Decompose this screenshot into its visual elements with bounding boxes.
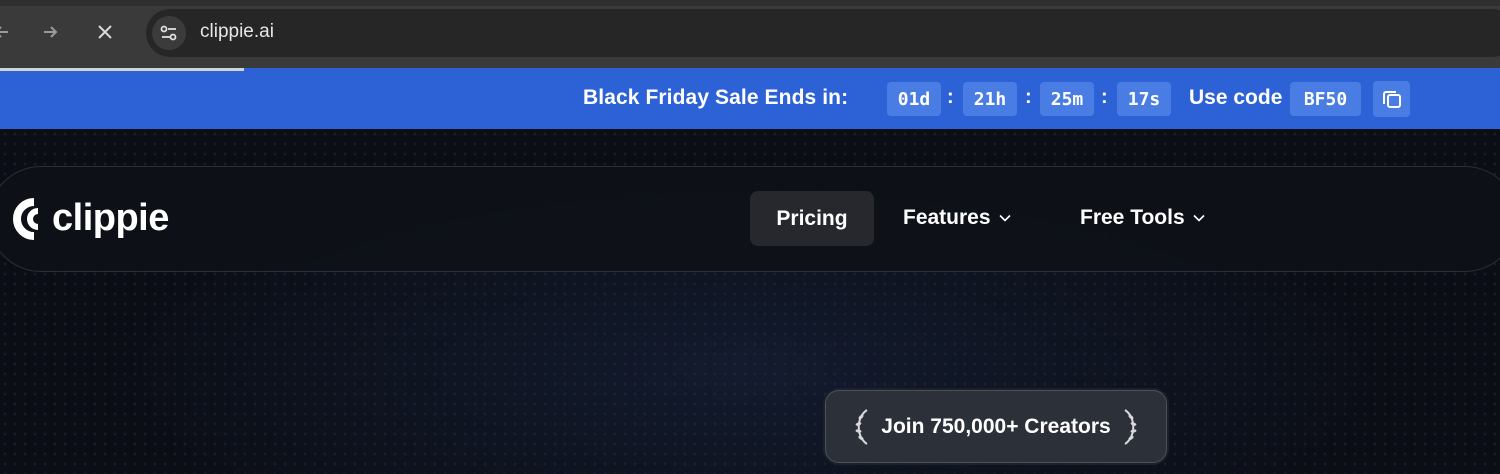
clippie-logo-icon bbox=[13, 197, 39, 240]
nav-pricing[interactable]: Pricing bbox=[750, 191, 874, 246]
arrow-left-icon bbox=[0, 26, 8, 38]
join-creators-text: Join 750,000+ Creators bbox=[881, 414, 1111, 438]
nav-pricing-label: Pricing bbox=[776, 206, 848, 230]
countdown-hours-value: 21h bbox=[973, 88, 1007, 110]
join-creators-badge: Join 750,000+ Creators bbox=[825, 390, 1167, 463]
address-bar[interactable]: clippie.ai bbox=[146, 9, 1500, 57]
close-icon bbox=[98, 25, 112, 39]
chevron-down-icon bbox=[998, 214, 1011, 222]
promo-code[interactable]: BF50 bbox=[1290, 82, 1361, 116]
use-code-label: Use code bbox=[1189, 86, 1283, 109]
countdown-seconds: 17s bbox=[1117, 82, 1171, 116]
promo-code-value: BF50 bbox=[1303, 88, 1348, 110]
promo-banner: Black Friday Sale Ends in: 01d : 21h : 2… bbox=[0, 68, 1500, 129]
site-info-button[interactable] bbox=[152, 16, 186, 50]
countdown-separator: : bbox=[1025, 86, 1032, 108]
nav-free-tools[interactable]: Free Tools bbox=[1080, 206, 1205, 230]
url-text[interactable]: clippie.ai bbox=[200, 21, 274, 43]
countdown-days: 01d bbox=[887, 82, 941, 116]
nav-features-label: Features bbox=[903, 206, 991, 229]
page-background: clippie Pricing Features Free Tools Join… bbox=[0, 129, 1500, 474]
page-load-progress bbox=[0, 68, 244, 71]
countdown-separator: : bbox=[947, 86, 954, 108]
nav-features[interactable]: Features bbox=[903, 206, 1011, 230]
brand-name: clippie bbox=[52, 197, 169, 239]
copy-code-button[interactable] bbox=[1373, 81, 1410, 117]
nav-free-tools-label: Free Tools bbox=[1080, 206, 1185, 229]
chevron-down-icon bbox=[1193, 214, 1205, 222]
stop-loading-button[interactable] bbox=[89, 16, 121, 48]
countdown-separator: : bbox=[1101, 86, 1108, 108]
forward-button[interactable] bbox=[34, 16, 66, 48]
back-button[interactable] bbox=[0, 16, 18, 48]
promo-title: Black Friday Sale Ends in: bbox=[583, 86, 849, 109]
countdown-minutes: 25m bbox=[1040, 82, 1094, 116]
browser-toolbar: clippie.ai bbox=[0, 0, 1500, 68]
countdown-seconds-value: 17s bbox=[1127, 88, 1161, 110]
countdown-minutes-value: 25m bbox=[1050, 88, 1084, 110]
laurel-right-icon bbox=[1124, 408, 1137, 445]
tune-icon bbox=[160, 25, 177, 41]
laurel-left-icon bbox=[855, 408, 868, 445]
countdown-hours: 21h bbox=[963, 82, 1017, 116]
arrow-right-icon bbox=[44, 26, 58, 38]
tab-strip-edge bbox=[0, 0, 1500, 6]
brand-logo[interactable]: clippie bbox=[12, 197, 169, 240]
copy-icon bbox=[1382, 91, 1401, 108]
countdown-days-value: 01d bbox=[897, 88, 931, 110]
